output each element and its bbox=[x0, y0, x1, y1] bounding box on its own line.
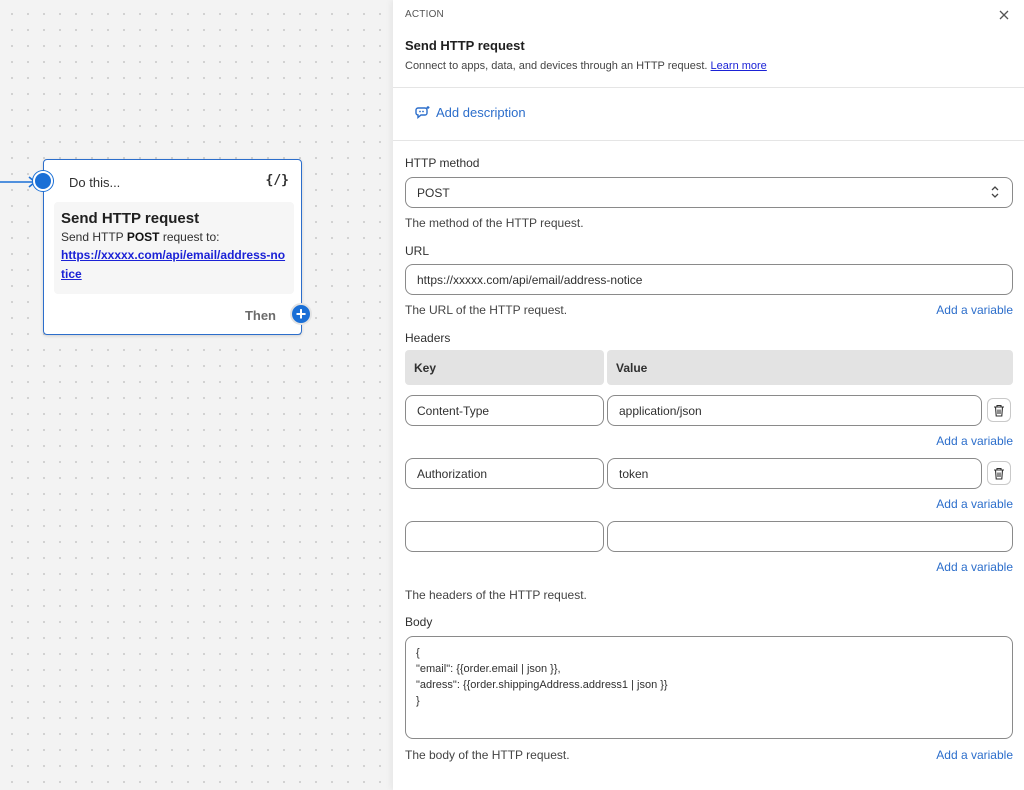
node-input-handle[interactable] bbox=[33, 171, 53, 191]
close-button[interactable] bbox=[998, 5, 1010, 26]
headers-label: Headers bbox=[405, 331, 451, 345]
method-help: The method of the HTTP request. bbox=[405, 216, 584, 230]
code-icon[interactable]: {/} bbox=[266, 173, 289, 188]
header-value-input[interactable]: application/json bbox=[607, 395, 982, 426]
body-label: Body bbox=[405, 615, 433, 629]
node-url-link[interactable]: https://xxxxx.com/api/email/address-noti… bbox=[61, 246, 287, 284]
body-textarea[interactable]: { "email": {{order.email | json }}, "adr… bbox=[405, 636, 1013, 739]
url-label: URL bbox=[405, 244, 430, 258]
url-input[interactable]: https://xxxxx.com/api/email/address-noti… bbox=[405, 264, 1013, 295]
header-value-value: token bbox=[619, 466, 649, 481]
add-variable-link[interactable]: Add a variable bbox=[936, 497, 1013, 511]
trash-icon bbox=[994, 467, 1004, 480]
url-value: https://xxxxx.com/api/email/address-noti… bbox=[417, 272, 643, 287]
panel-title: Send HTTP request bbox=[405, 38, 525, 53]
chat-sparkle-icon bbox=[415, 106, 430, 119]
node-header: Do this... bbox=[69, 175, 121, 190]
add-variable-link[interactable]: Add a variable bbox=[936, 560, 1013, 574]
header-value-input[interactable] bbox=[607, 521, 1013, 552]
http-method-value: POST bbox=[417, 185, 450, 200]
delete-header-button[interactable] bbox=[987, 398, 1011, 422]
method-label: HTTP method bbox=[405, 156, 480, 170]
action-node[interactable]: Do this... {/} Send HTTP request Send HT… bbox=[33, 159, 312, 335]
headers-help: The headers of the HTTP request. bbox=[405, 588, 587, 602]
add-description-label: Add description bbox=[436, 105, 526, 120]
divider bbox=[393, 87, 1024, 88]
trash-icon bbox=[994, 404, 1004, 417]
delete-header-button[interactable] bbox=[987, 461, 1011, 485]
add-variable-link[interactable]: Add a variable bbox=[936, 748, 1013, 762]
node-description: Send HTTP POST request to: bbox=[61, 229, 287, 246]
add-step-button[interactable]: + bbox=[290, 303, 312, 325]
plus-icon: + bbox=[295, 304, 307, 324]
header-key-input[interactable]: Authorization bbox=[405, 458, 604, 489]
body-help: The body of the HTTP request. bbox=[405, 748, 570, 762]
add-variable-link[interactable]: Add a variable bbox=[936, 434, 1013, 448]
node-body: Send HTTP request Send HTTP POST request… bbox=[54, 202, 294, 294]
header-key-value: Authorization bbox=[417, 466, 488, 481]
header-key-value: Content-Type bbox=[417, 403, 490, 418]
action-panel: ACTION Send HTTP request Connect to apps… bbox=[393, 0, 1024, 790]
node-desc-method: POST bbox=[126, 230, 160, 244]
panel-subtitle-text: Connect to apps, data, and devices throu… bbox=[405, 60, 708, 72]
learn-more-link[interactable]: Learn more bbox=[711, 60, 767, 72]
workflow-canvas[interactable]: Do this... {/} Send HTTP request Send HT… bbox=[0, 0, 393, 790]
add-description-button[interactable]: Add description bbox=[415, 105, 526, 120]
node-then-label: Then bbox=[244, 308, 276, 323]
panel-subtitle: Connect to apps, data, and devices throu… bbox=[405, 60, 767, 72]
node-desc-suffix: request to: bbox=[159, 230, 220, 244]
url-help: The URL of the HTTP request. bbox=[405, 303, 568, 317]
headers-col-value: Value bbox=[607, 350, 1013, 385]
headers-col-key: Key bbox=[405, 350, 604, 385]
node-desc-prefix: Send HTTP bbox=[61, 230, 127, 244]
header-value-input[interactable]: token bbox=[607, 458, 982, 489]
close-icon bbox=[999, 10, 1009, 20]
panel-label: ACTION bbox=[405, 9, 444, 20]
add-variable-link[interactable]: Add a variable bbox=[936, 303, 1013, 317]
chevron-up-down-icon bbox=[990, 185, 1000, 200]
divider bbox=[393, 140, 1024, 141]
node-title: Send HTTP request bbox=[61, 210, 200, 227]
header-key-input[interactable]: Content-Type bbox=[405, 395, 604, 426]
header-key-input[interactable] bbox=[405, 521, 604, 552]
http-method-select[interactable]: POST bbox=[405, 177, 1013, 208]
header-value-value: application/json bbox=[619, 403, 702, 418]
